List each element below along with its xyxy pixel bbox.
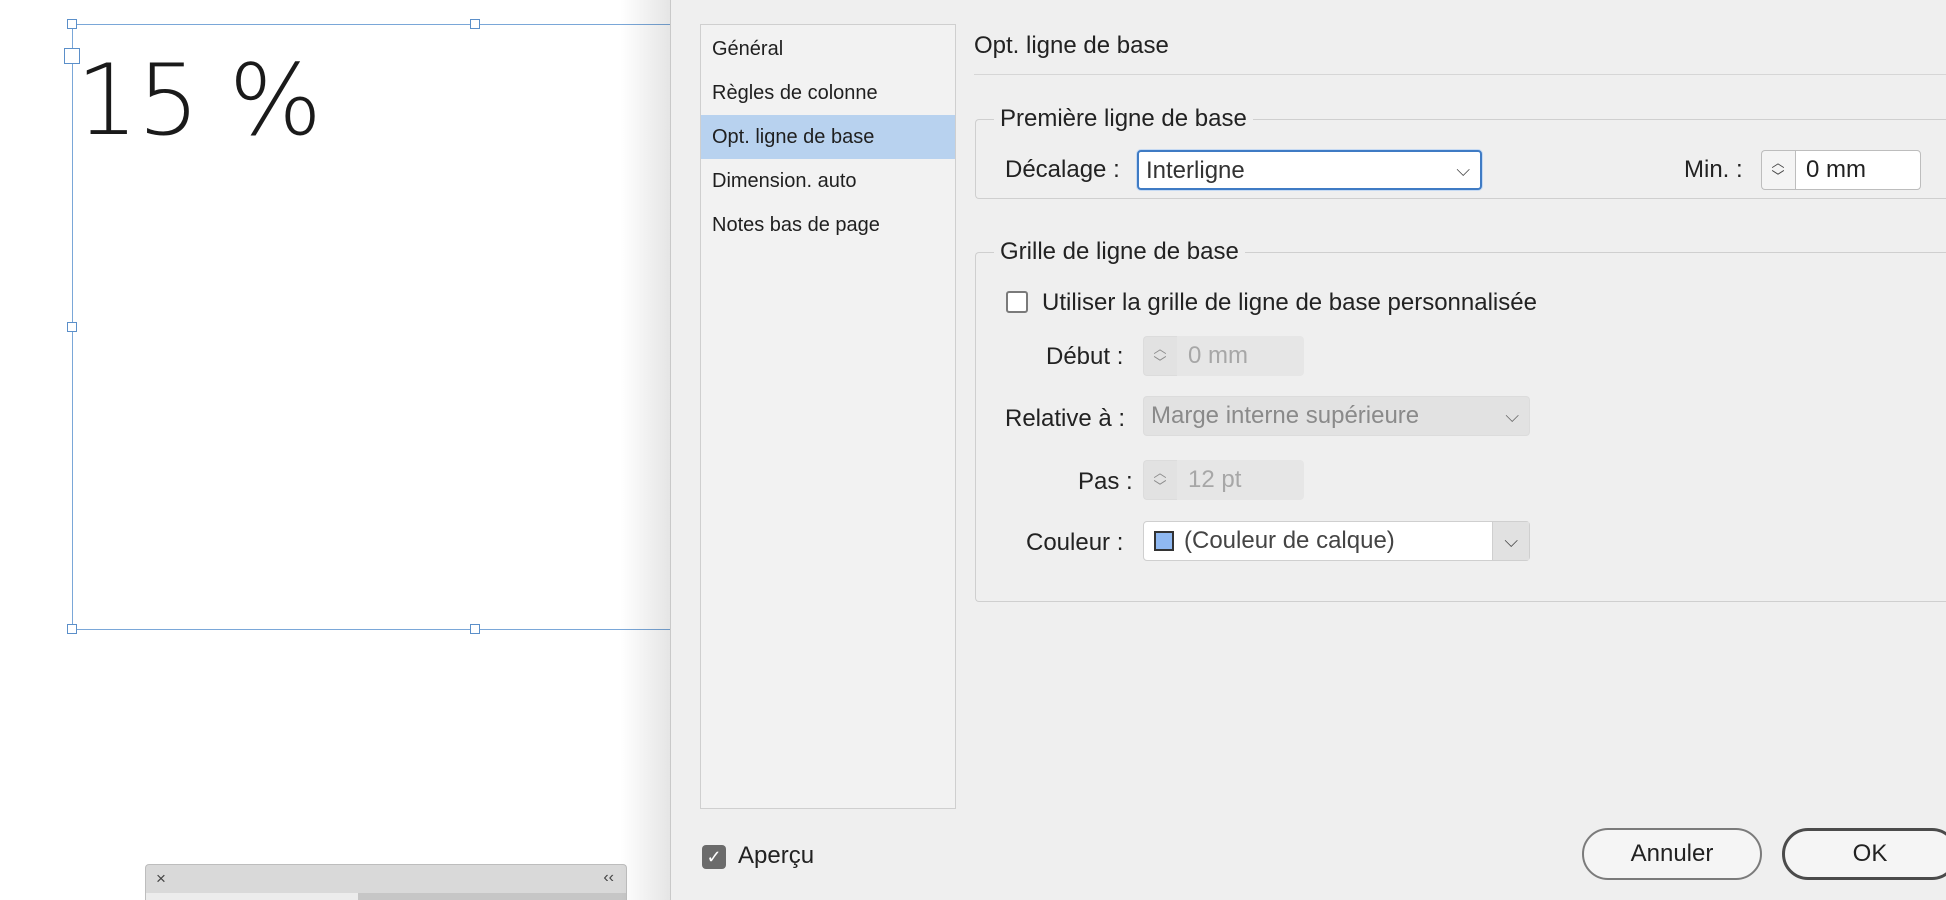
ok-button[interactable]: OK <box>1782 828 1946 880</box>
collapse-icon[interactable]: ‹‹ <box>603 869 614 887</box>
min-input[interactable]: 0 mm <box>1795 150 1921 190</box>
increment-label: Pas : <box>1078 468 1133 495</box>
relative-select[interactable]: Marge interne supérieure ⌵ <box>1143 396 1530 436</box>
color-dropdown-button[interactable]: ⌵ <box>1492 522 1529 560</box>
frame-edge-bottom <box>72 629 680 630</box>
relative-label: Relative à : <box>1005 405 1126 432</box>
frame-edge-top <box>72 24 680 25</box>
offset-select[interactable]: Interligne ⌵ <box>1137 150 1482 190</box>
frame-handle-bottom-left[interactable] <box>67 624 77 634</box>
color-swatch <box>1154 531 1174 551</box>
stepper-up-icon[interactable]: ︿ <box>1144 342 1176 356</box>
frame-handle-top-center[interactable] <box>470 19 480 29</box>
stepper-down-icon[interactable]: ﹀ <box>1762 170 1794 184</box>
section-title: Opt. ligne de base <box>974 32 1169 59</box>
color-select[interactable]: (Couleur de calque) ⌵ <box>1143 521 1530 561</box>
frame-handle-top-left[interactable] <box>67 19 77 29</box>
dialog-shadow <box>620 0 670 900</box>
category-column-rules[interactable]: Règles de colonne <box>701 71 955 115</box>
stepper-up-icon[interactable]: ︿ <box>1762 156 1794 170</box>
custom-grid-checkbox[interactable] <box>1006 291 1028 313</box>
color-label: Couleur : <box>1026 529 1124 556</box>
document-canvas[interactable]: 15 % × ‹‹ <box>0 0 680 900</box>
min-stepper[interactable]: ︿ ﹀ <box>1761 150 1795 190</box>
panel-tab-strip <box>146 893 626 900</box>
chevron-down-icon: ⌵ <box>1505 406 1519 426</box>
section-divider <box>974 74 1946 75</box>
increment-stepper[interactable]: ︿ ﹀ <box>1143 460 1177 500</box>
custom-grid-label[interactable]: Utiliser la grille de ligne de base pers… <box>1042 289 1537 317</box>
first-baseline-legend: Première ligne de base <box>994 104 1253 134</box>
chevron-down-icon: ⌵ <box>1456 160 1470 180</box>
category-auto-size[interactable]: Dimension. auto <box>701 159 955 203</box>
stepper-down-icon[interactable]: ﹀ <box>1144 356 1176 370</box>
category-footnotes[interactable]: Notes bas de page <box>701 203 955 247</box>
color-value: (Couleur de calque) <box>1184 527 1395 554</box>
start-input[interactable]: 0 mm <box>1177 336 1304 376</box>
frame-text[interactable]: 15 % <box>76 52 322 150</box>
offset-label: Décalage : <box>1005 156 1120 183</box>
floating-panel[interactable]: × ‹‹ <box>145 864 627 900</box>
start-stepper[interactable]: ︿ ﹀ <box>1143 336 1177 376</box>
preview-label[interactable]: Aperçu <box>738 842 814 870</box>
baseline-grid-legend: Grille de ligne de base <box>994 237 1245 267</box>
category-baseline-options[interactable]: Opt. ligne de base <box>701 115 955 159</box>
panel-tab[interactable] <box>146 893 358 900</box>
increment-input[interactable]: 12 pt <box>1177 460 1304 500</box>
relative-value: Marge interne supérieure <box>1151 402 1420 429</box>
frame-handle-middle-left[interactable] <box>67 322 77 332</box>
chevron-down-icon: ⌵ <box>1504 531 1518 551</box>
preview-checkbox[interactable]: ✓ <box>702 845 726 869</box>
category-list: Général Règles de colonne Opt. ligne de … <box>700 24 956 809</box>
frame-handle-bottom-center[interactable] <box>470 624 480 634</box>
close-icon[interactable]: × <box>156 869 166 889</box>
min-label: Min. : <box>1684 156 1743 183</box>
start-label: Début : <box>1046 343 1124 370</box>
offset-value: Interligne <box>1146 157 1245 184</box>
cancel-button[interactable]: Annuler <box>1582 828 1762 880</box>
stepper-up-icon[interactable]: ︿ <box>1144 466 1176 480</box>
category-general[interactable]: Général <box>701 27 955 71</box>
stepper-down-icon[interactable]: ﹀ <box>1144 480 1176 494</box>
